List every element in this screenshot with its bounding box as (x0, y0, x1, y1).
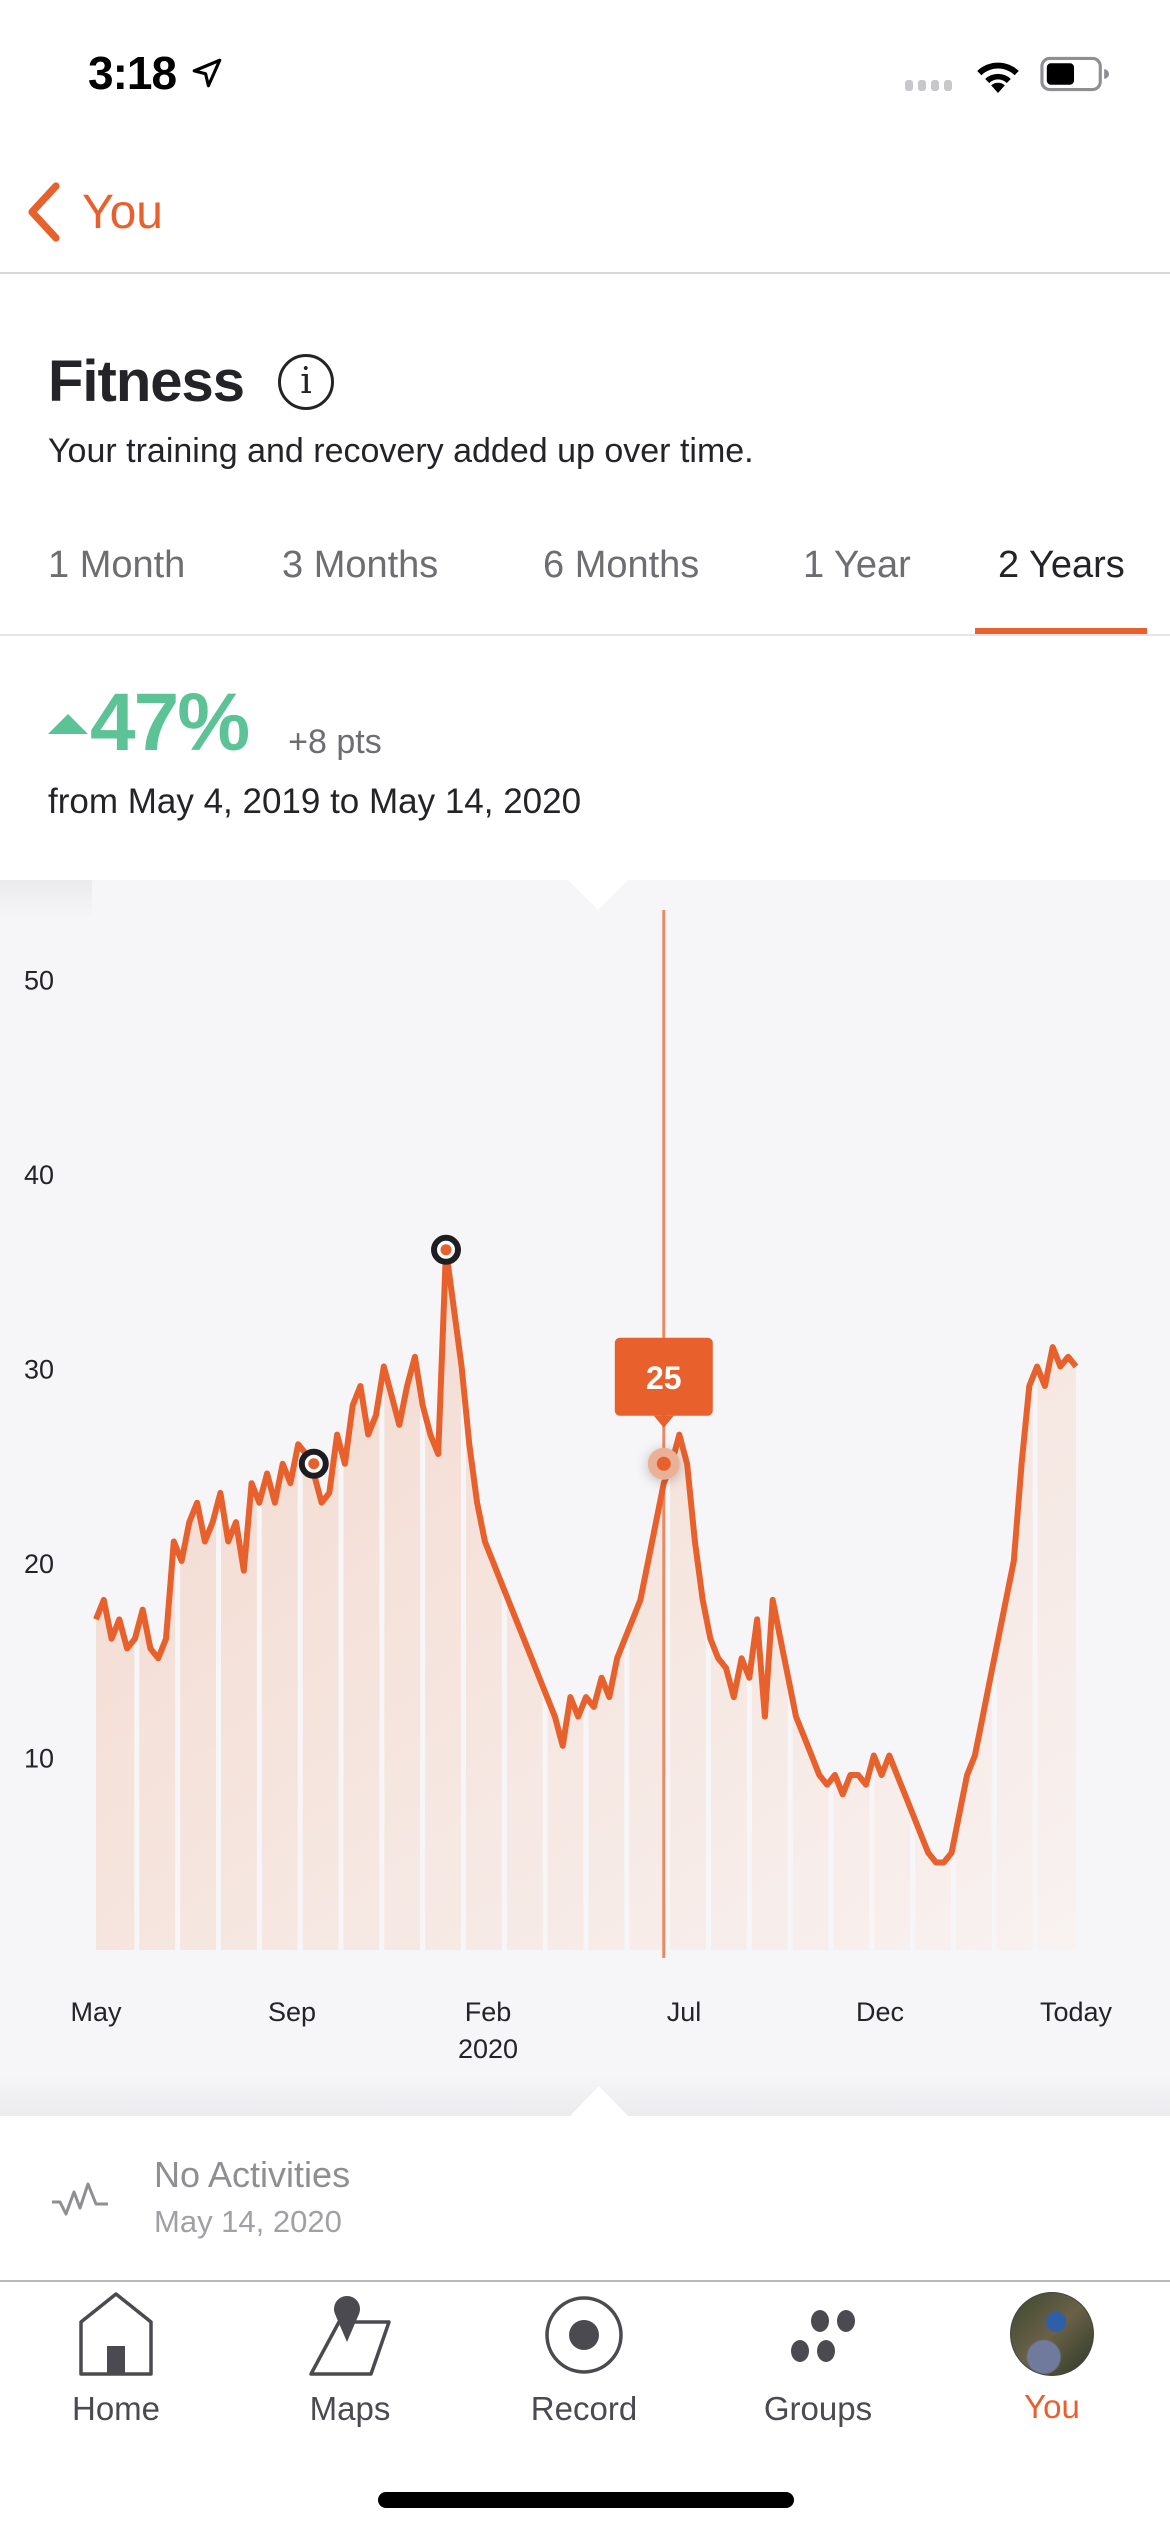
tab-bar-home-label: Home (71, 2390, 161, 2427)
tab-bar-groups[interactable]: Groups (728, 2292, 908, 2442)
x-tick-sublabel: 2020 (458, 2034, 518, 2064)
back-label: You (82, 185, 163, 239)
tab-1-month[interactable]: 1 Month (48, 544, 185, 587)
tab-3-months[interactable]: 3 Months (282, 544, 438, 587)
change-points: +8 pts (288, 723, 382, 761)
avatar (1010, 2292, 1094, 2376)
x-tick-label: Dec (856, 1997, 904, 2027)
fitness-chart[interactable]: 10 20 30 40 50 25 May Sep Feb 2020 Jul Dec Today (0, 880, 1170, 2116)
peak-marker (431, 1234, 461, 1265)
chart-bottom-notch (570, 2086, 628, 2116)
fitness-summary: 47% +8 pts from May 4, 2019 to May 14, 2… (0, 636, 1170, 880)
tab-2-years[interactable]: 2 Years (998, 544, 1125, 587)
tab-bar-record-label: Record (530, 2390, 638, 2427)
y-tick-label: 50 (24, 966, 54, 996)
activity-pulse-icon (52, 2182, 108, 2216)
selected-day-activities[interactable]: No Activities May 14, 2020 (0, 2116, 1170, 2282)
x-tick-label: Today (1040, 1997, 1113, 2027)
x-tick-label: Feb (465, 1997, 512, 2027)
tab-bar-record[interactable]: Record (494, 2292, 674, 2442)
map-pin-icon (309, 2296, 391, 2376)
status-bar: 3:18 (0, 0, 1170, 140)
location-arrow-icon (192, 58, 222, 88)
change-percent: 47% (90, 677, 250, 768)
activity-date: May 14, 2020 (154, 2204, 342, 2239)
chevron-left-icon (28, 182, 60, 242)
fitness-chart-svg[interactable]: 10 20 30 40 50 25 May Sep Feb 2020 Jul Dec Today (0, 880, 1170, 2116)
home-icon (79, 2292, 153, 2376)
trend-up-icon (48, 714, 88, 734)
info-icon[interactable]: i (278, 353, 335, 410)
navigation-bar: You (0, 140, 1170, 274)
tooltip-value: 25 (646, 1360, 682, 1396)
tab-bar-groups-label: Groups (763, 2390, 873, 2427)
best-effort-marker (298, 1448, 329, 1479)
groups-icon (791, 2310, 855, 2362)
tab-bar-maps-label: Maps (309, 2390, 391, 2427)
y-tick-label: 10 (24, 1744, 54, 1774)
tab-bar-you-label: You (1024, 2388, 1080, 2425)
x-tick-label: Jul (667, 1997, 702, 2027)
x-tick-label: Sep (268, 1997, 316, 2027)
activity-title: No Activities (154, 2154, 351, 2195)
tab-1-year[interactable]: 1 Year (803, 544, 911, 587)
wifi-icon (977, 62, 1019, 93)
range-tabs: 1 Month 3 Months 6 Months 1 Year 2 Years (0, 534, 1170, 636)
selected-point (656, 1456, 671, 1471)
home-indicator[interactable] (378, 2492, 794, 2508)
page-subtitle: Your training and recovery added up over… (48, 432, 754, 470)
value-tooltip: 25 (614, 1337, 713, 1428)
active-tab-indicator (975, 628, 1147, 634)
chart-bg-right (1079, 880, 1170, 1960)
bottom-tab-bar: Home Maps Record Groups You (0, 2284, 1170, 2532)
record-icon (545, 2296, 623, 2374)
back-button[interactable]: You (24, 182, 163, 242)
battery-icon (1040, 56, 1110, 92)
x-tick-label: May (70, 1997, 122, 2027)
chart-top-notch (568, 880, 628, 910)
tab-6-months[interactable]: 6 Months (543, 544, 699, 587)
date-range: from May 4, 2019 to May 14, 2020 (48, 782, 582, 821)
cellular-signal-icon (905, 80, 952, 91)
tab-bar-you[interactable]: You (962, 2292, 1142, 2442)
y-tick-label: 40 (24, 1160, 54, 1190)
y-tick-label: 20 (24, 1549, 54, 1579)
tab-bar-maps[interactable]: Maps (260, 2292, 440, 2442)
page-title: Fitness (48, 349, 245, 414)
tab-bar-home[interactable]: Home (26, 2292, 206, 2442)
y-tick-label: 30 (24, 1355, 54, 1385)
status-time: 3:18 (88, 47, 177, 99)
